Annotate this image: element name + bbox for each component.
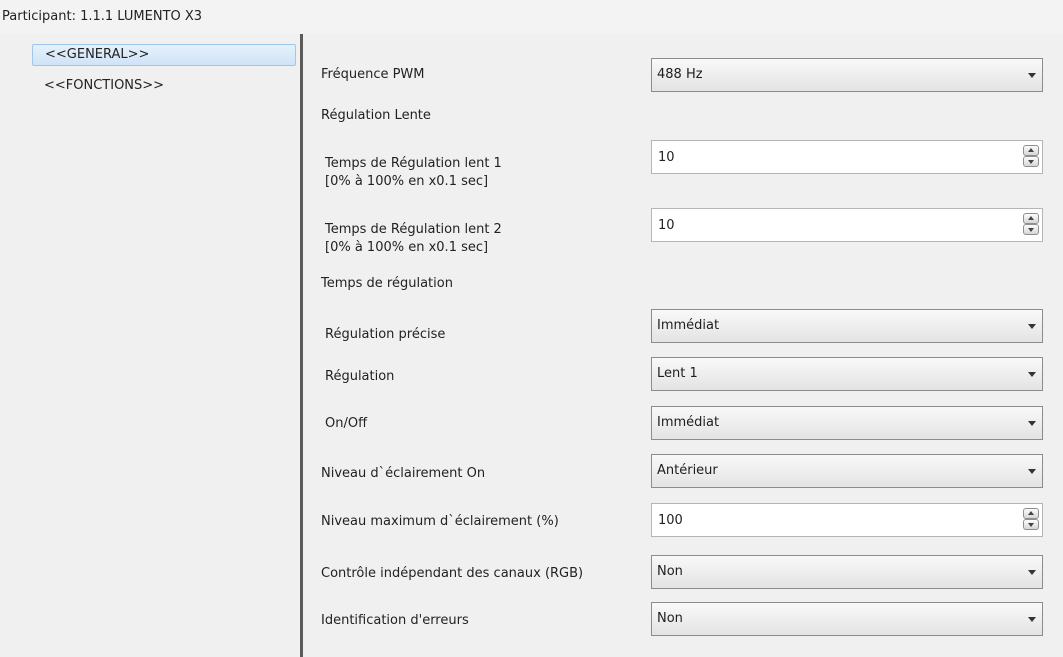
chevron-down-icon bbox=[1028, 73, 1036, 78]
level-max-label: Niveau maximum d`éclairement (%) bbox=[321, 514, 559, 529]
slow2-decrement-button[interactable] bbox=[1023, 224, 1039, 235]
slow1-decrement-button[interactable] bbox=[1023, 156, 1039, 167]
level-max-stepper bbox=[651, 503, 1043, 537]
chevron-down-icon bbox=[1028, 324, 1036, 329]
precise-label: Régulation précise bbox=[325, 327, 446, 342]
chevron-down-icon bbox=[1028, 421, 1036, 426]
slow1-label-text: Temps de Régulation lent 1 bbox=[325, 156, 502, 171]
slow2-label: Temps de Régulation lent 2 [0% à 100% en… bbox=[325, 221, 502, 257]
slow2-label-text: Temps de Régulation lent 2 bbox=[325, 222, 502, 237]
onoff-label: On/Off bbox=[325, 416, 368, 431]
errors-label: Identification d'erreurs bbox=[321, 613, 469, 628]
arrow-down-icon bbox=[1028, 523, 1034, 527]
chevron-down-icon bbox=[1028, 570, 1036, 575]
slow1-label: Temps de Régulation lent 1 [0% à 100% en… bbox=[325, 155, 502, 191]
chevron-down-icon bbox=[1028, 469, 1036, 474]
regulation-value: Lent 1 bbox=[657, 366, 698, 381]
arrow-up-icon bbox=[1028, 216, 1034, 220]
level-max-increment-button[interactable] bbox=[1023, 508, 1039, 519]
pwm-label: Fréquence PWM bbox=[321, 67, 425, 82]
arrow-down-icon bbox=[1028, 160, 1034, 164]
slow1-stepper bbox=[651, 140, 1043, 174]
errors-value: Non bbox=[657, 611, 683, 626]
regulation-label: Régulation bbox=[325, 369, 395, 384]
section-temps-regulation: Temps de régulation bbox=[321, 276, 453, 291]
slow2-input[interactable] bbox=[652, 209, 1008, 241]
errors-select[interactable]: Non bbox=[651, 602, 1043, 636]
chevron-down-icon bbox=[1028, 372, 1036, 377]
level-on-select[interactable]: Antérieur bbox=[651, 454, 1043, 488]
sidebar-item-general[interactable]: <<GENERAL>> bbox=[32, 44, 296, 66]
rgb-select[interactable]: Non bbox=[651, 555, 1043, 589]
level-on-value: Antérieur bbox=[657, 463, 718, 478]
slow2-increment-button[interactable] bbox=[1023, 213, 1039, 224]
precise-select[interactable]: Immédiat bbox=[651, 309, 1043, 343]
arrow-up-icon bbox=[1028, 511, 1034, 515]
level-on-label: Niveau d`éclairement On bbox=[321, 466, 486, 481]
slow2-sublabel: [0% à 100% en x0.1 sec] bbox=[325, 240, 489, 255]
pwm-select[interactable]: 488 Hz bbox=[651, 58, 1043, 92]
onoff-select[interactable]: Immédiat bbox=[651, 406, 1043, 440]
window-title: Participant: 1.1.1 LUMENTO X3 bbox=[0, 0, 1063, 34]
level-max-input[interactable] bbox=[652, 504, 1008, 536]
slow1-sublabel: [0% à 100% en x0.1 sec] bbox=[325, 174, 489, 189]
sidebar-item-fonctions[interactable]: <<FONCTIONS>> bbox=[32, 76, 296, 98]
regulation-select[interactable]: Lent 1 bbox=[651, 357, 1043, 391]
chevron-down-icon bbox=[1028, 617, 1036, 622]
arrow-down-icon bbox=[1028, 228, 1034, 232]
rgb-label: Contrôle indépendant des canaux (RGB) bbox=[321, 566, 584, 581]
slow1-increment-button[interactable] bbox=[1023, 145, 1039, 156]
level-max-decrement-button[interactable] bbox=[1023, 519, 1039, 530]
pwm-value: 488 Hz bbox=[657, 67, 703, 82]
parameter-panel: Fréquence PWM 488 Hz Régulation Lente Te… bbox=[303, 34, 1063, 657]
section-regulation-lente: Régulation Lente bbox=[321, 108, 431, 123]
arrow-up-icon bbox=[1028, 148, 1034, 152]
slow2-stepper bbox=[651, 208, 1043, 242]
slow1-input[interactable] bbox=[652, 141, 1008, 173]
sidebar: <<GENERAL>> <<FONCTIONS>> bbox=[0, 34, 300, 657]
rgb-value: Non bbox=[657, 564, 683, 579]
precise-value: Immédiat bbox=[657, 318, 720, 333]
onoff-value: Immédiat bbox=[657, 415, 720, 430]
